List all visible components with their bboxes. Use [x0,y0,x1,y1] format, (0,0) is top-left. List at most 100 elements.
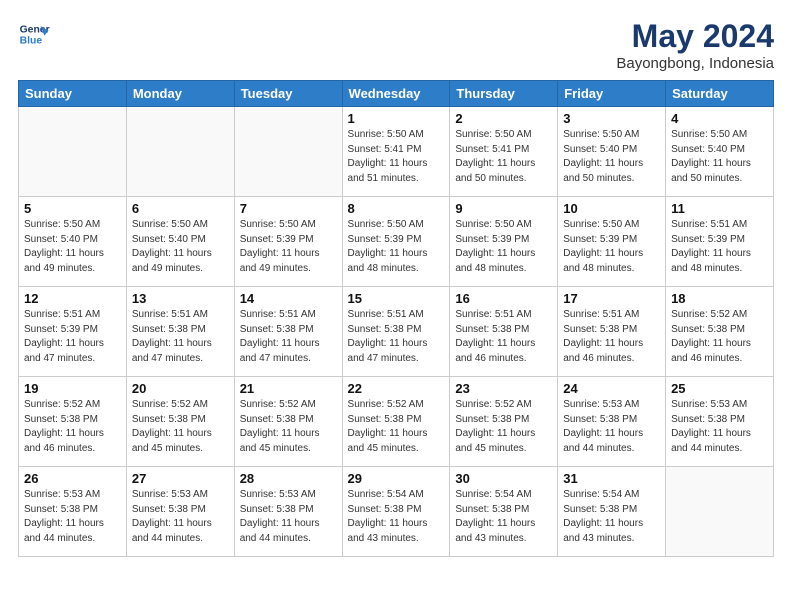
day-number: 6 [132,201,229,216]
day-number: 29 [348,471,445,486]
day-cell: 11 Sunrise: 5:51 AM Sunset: 5:39 PM Dayli… [666,197,774,287]
day-info: Sunrise: 5:52 AM Sunset: 5:38 PM Dayligh… [240,398,337,456]
day-info: Sunrise: 5:53 AM Sunset: 5:38 PM Dayligh… [132,488,229,546]
svg-text:Blue: Blue [20,36,43,47]
day-number: 9 [455,201,552,216]
day-info: Sunrise: 5:52 AM Sunset: 5:38 PM Dayligh… [455,398,552,456]
day-info: Sunrise: 5:53 AM Sunset: 5:38 PM Dayligh… [671,398,768,456]
day-info: Sunrise: 5:52 AM Sunset: 5:38 PM Dayligh… [348,398,445,456]
calendar: Sunday Monday Tuesday Wednesday Thursday… [18,80,774,557]
day-info: Sunrise: 5:54 AM Sunset: 5:38 PM Dayligh… [348,488,445,546]
day-info: Sunrise: 5:51 AM Sunset: 5:38 PM Dayligh… [563,308,660,366]
day-info: Sunrise: 5:50 AM Sunset: 5:41 PM Dayligh… [348,128,445,186]
day-number: 3 [563,111,660,126]
day-number: 14 [240,291,337,306]
day-cell: 24Sunrise: 5:53 AM Sunset: 5:38 PM Dayli… [558,377,666,467]
day-info: Sunrise: 5:53 AM Sunset: 5:38 PM Dayligh… [24,488,121,546]
day-info: Sunrise: 5:51 AM Sunset: 5:38 PM Dayligh… [455,308,552,366]
day-number: 5 [24,201,121,216]
day-cell: 25 Sunrise: 5:53 AM Sunset: 5:38 PM Dayli… [666,377,774,467]
col-thursday: Thursday [450,81,558,107]
day-number: 8 [348,201,445,216]
col-tuesday: Tuesday [234,81,342,107]
day-info: Sunrise: 5:50 AM Sunset: 5:39 PM Dayligh… [348,218,445,276]
day-cell [19,107,127,197]
day-number: 16 [455,291,552,306]
day-cell: 18Sunrise: 5:52 AM Sunset: 5:38 PM Dayli… [666,287,774,377]
day-number: 21 [240,381,337,396]
day-cell: 8 Sunrise: 5:50 AM Sunset: 5:39 PM Daylig… [342,197,450,287]
week-row-2: 5 Sunrise: 5:50 AM Sunset: 5:40 PM Daylig… [19,197,774,287]
day-number: 22 [348,381,445,396]
day-cell: 27 Sunrise: 5:53 AM Sunset: 5:38 PM Dayli… [126,467,234,557]
day-cell [126,107,234,197]
day-cell: 30 Sunrise: 5:54 AM Sunset: 5:38 PM Dayli… [450,467,558,557]
col-wednesday: Wednesday [342,81,450,107]
week-row-5: 26 Sunrise: 5:53 AM Sunset: 5:38 PM Dayli… [19,467,774,557]
col-saturday: Saturday [666,81,774,107]
day-cell: 2Sunrise: 5:50 AM Sunset: 5:41 PM Daylig… [450,107,558,197]
day-cell: 19 Sunrise: 5:52 AM Sunset: 5:38 PM Dayli… [19,377,127,467]
day-info: Sunrise: 5:54 AM Sunset: 5:38 PM Dayligh… [455,488,552,546]
day-info: Sunrise: 5:50 AM Sunset: 5:40 PM Dayligh… [132,218,229,276]
day-cell [234,107,342,197]
day-number: 27 [132,471,229,486]
col-sunday: Sunday [19,81,127,107]
day-number: 23 [455,381,552,396]
location-title: Bayongbong, Indonesia [616,55,774,72]
day-cell: 29 Sunrise: 5:54 AM Sunset: 5:38 PM Dayli… [342,467,450,557]
day-number: 10 [563,201,660,216]
week-row-1: 1Sunrise: 5:50 AM Sunset: 5:41 PM Daylig… [19,107,774,197]
day-number: 26 [24,471,121,486]
day-cell: 15Sunrise: 5:51 AM Sunset: 5:38 PM Dayli… [342,287,450,377]
day-number: 19 [24,381,121,396]
day-cell: 9 Sunrise: 5:50 AM Sunset: 5:39 PM Daylig… [450,197,558,287]
day-number: 30 [455,471,552,486]
day-cell: 28 Sunrise: 5:53 AM Sunset: 5:38 PM Dayli… [234,467,342,557]
day-cell: 26 Sunrise: 5:53 AM Sunset: 5:38 PM Dayli… [19,467,127,557]
day-info: Sunrise: 5:50 AM Sunset: 5:39 PM Dayligh… [455,218,552,276]
day-info: Sunrise: 5:50 AM Sunset: 5:39 PM Dayligh… [563,218,660,276]
day-number: 11 [671,201,768,216]
day-info: Sunrise: 5:50 AM Sunset: 5:40 PM Dayligh… [671,128,768,186]
day-info: Sunrise: 5:50 AM Sunset: 5:39 PM Dayligh… [240,218,337,276]
day-number: 4 [671,111,768,126]
day-cell: 3 Sunrise: 5:50 AM Sunset: 5:40 PM Daylig… [558,107,666,197]
day-cell: 6 Sunrise: 5:50 AM Sunset: 5:40 PM Daylig… [126,197,234,287]
day-number: 12 [24,291,121,306]
logo-icon: General Blue [18,18,50,50]
day-number: 28 [240,471,337,486]
week-row-4: 19 Sunrise: 5:52 AM Sunset: 5:38 PM Dayli… [19,377,774,467]
header: General Blue May 2024 Bayongbong, Indone… [18,18,774,72]
day-cell: 12Sunrise: 5:51 AM Sunset: 5:39 PM Dayli… [19,287,127,377]
day-cell: 1Sunrise: 5:50 AM Sunset: 5:41 PM Daylig… [342,107,450,197]
day-info: Sunrise: 5:50 AM Sunset: 5:41 PM Dayligh… [455,128,552,186]
day-cell: 14Sunrise: 5:51 AM Sunset: 5:38 PM Dayli… [234,287,342,377]
day-cell: 20Sunrise: 5:52 AM Sunset: 5:38 PM Dayli… [126,377,234,467]
day-cell: 23 Sunrise: 5:52 AM Sunset: 5:38 PM Dayli… [450,377,558,467]
day-info: Sunrise: 5:50 AM Sunset: 5:40 PM Dayligh… [24,218,121,276]
day-info: Sunrise: 5:51 AM Sunset: 5:38 PM Dayligh… [348,308,445,366]
week-row-3: 12Sunrise: 5:51 AM Sunset: 5:39 PM Dayli… [19,287,774,377]
day-info: Sunrise: 5:53 AM Sunset: 5:38 PM Dayligh… [563,398,660,456]
day-info: Sunrise: 5:54 AM Sunset: 5:38 PM Dayligh… [563,488,660,546]
day-number: 13 [132,291,229,306]
logo: General Blue [18,18,50,50]
day-cell: 7Sunrise: 5:50 AM Sunset: 5:39 PM Daylig… [234,197,342,287]
day-number: 18 [671,291,768,306]
day-info: Sunrise: 5:51 AM Sunset: 5:39 PM Dayligh… [671,218,768,276]
day-number: 25 [671,381,768,396]
day-number: 31 [563,471,660,486]
day-cell: 21 Sunrise: 5:52 AM Sunset: 5:38 PM Dayli… [234,377,342,467]
page: General Blue May 2024 Bayongbong, Indone… [0,0,792,575]
day-cell: 5 Sunrise: 5:50 AM Sunset: 5:40 PM Daylig… [19,197,127,287]
day-cell: 13Sunrise: 5:51 AM Sunset: 5:38 PM Dayli… [126,287,234,377]
day-cell: 16 Sunrise: 5:51 AM Sunset: 5:38 PM Dayli… [450,287,558,377]
day-number: 17 [563,291,660,306]
day-info: Sunrise: 5:50 AM Sunset: 5:40 PM Dayligh… [563,128,660,186]
col-monday: Monday [126,81,234,107]
day-info: Sunrise: 5:52 AM Sunset: 5:38 PM Dayligh… [24,398,121,456]
day-info: Sunrise: 5:53 AM Sunset: 5:38 PM Dayligh… [240,488,337,546]
title-block: May 2024 Bayongbong, Indonesia [616,18,774,72]
day-cell [666,467,774,557]
